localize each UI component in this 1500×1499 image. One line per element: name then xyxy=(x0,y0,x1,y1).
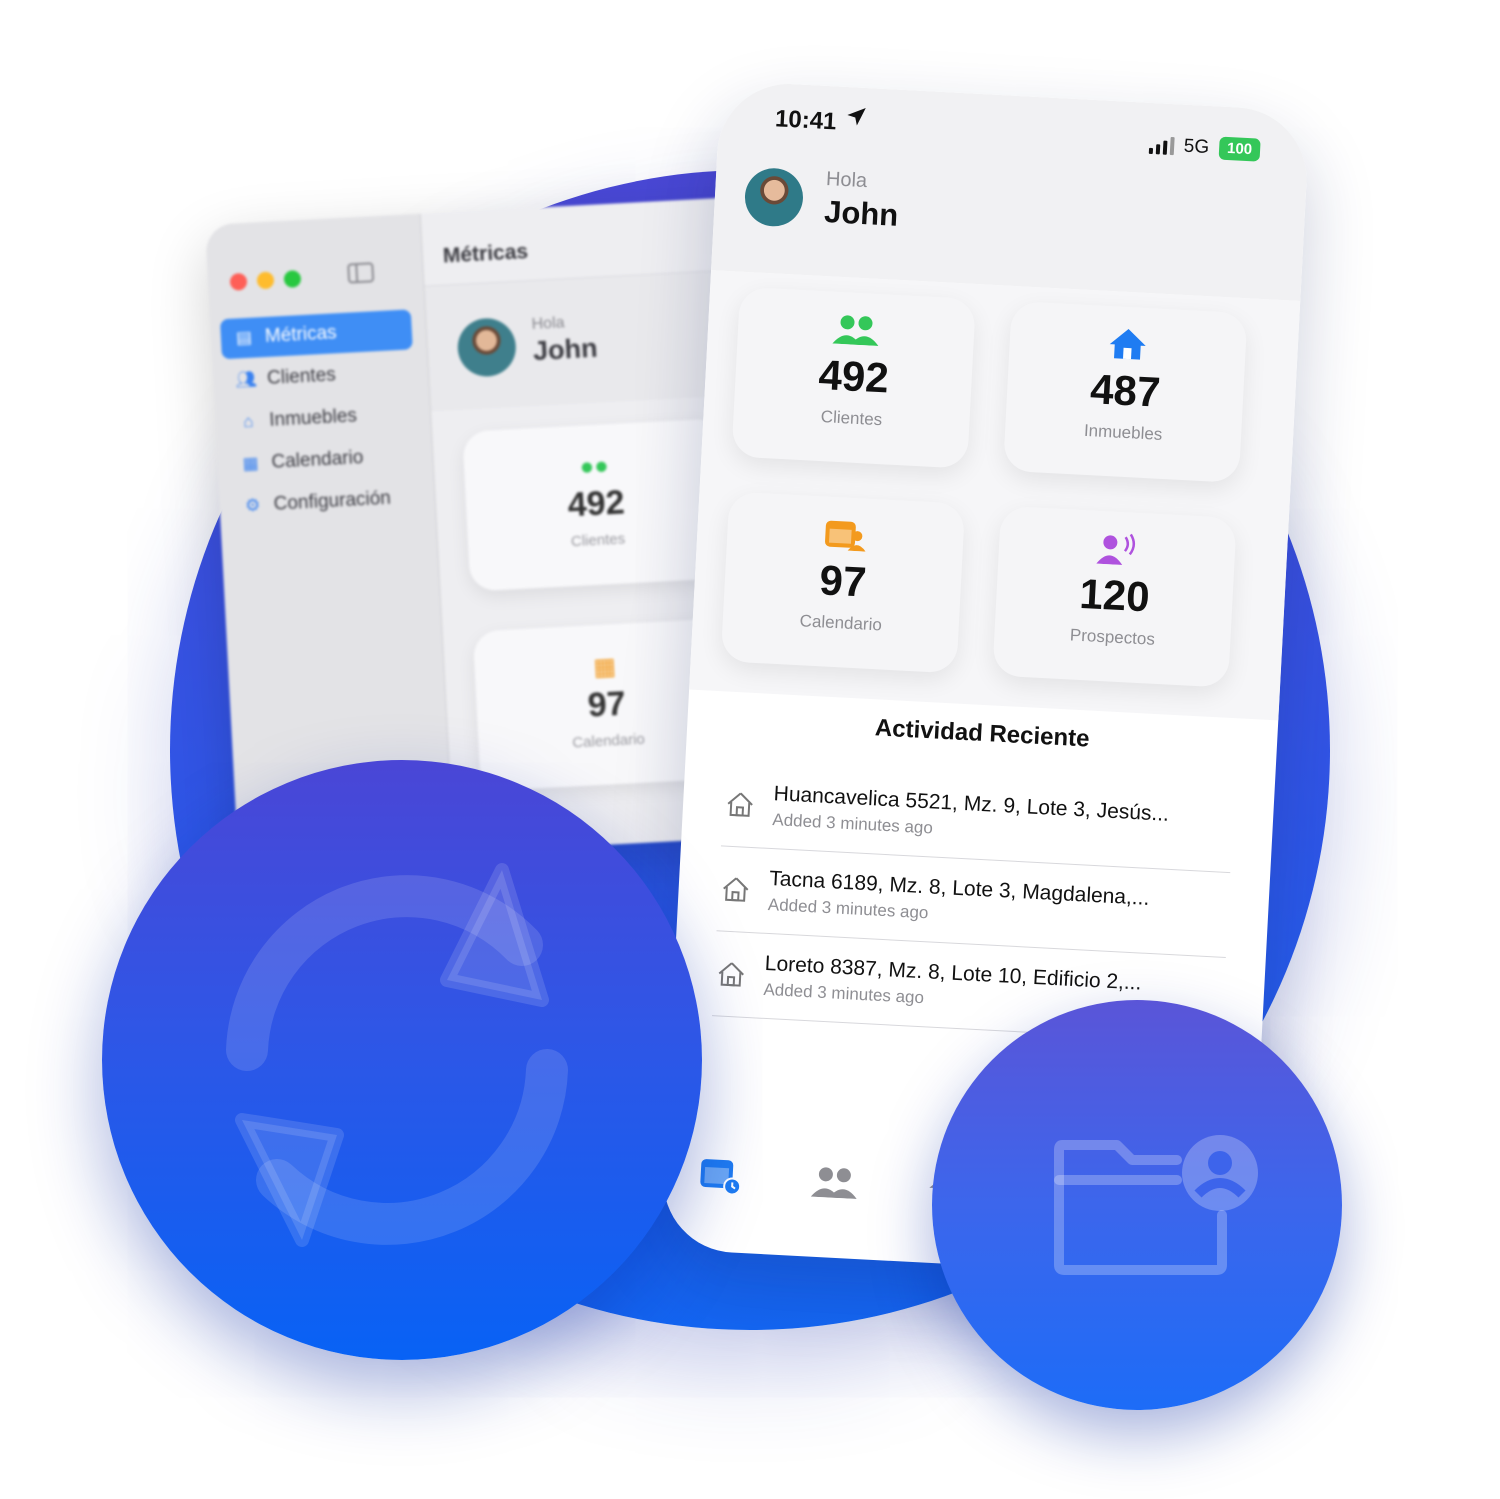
metric-value: 492 xyxy=(566,483,626,525)
house-icon xyxy=(723,877,749,902)
sidebar-list: ▤ Métricas 👥︎ Clientes ⌂ Inmuebles ▦ Cal… xyxy=(219,309,422,529)
sync-badge xyxy=(102,760,702,1360)
page-title: Métricas xyxy=(442,240,529,268)
calendar-icon: ▦ xyxy=(242,453,260,474)
tab-bar xyxy=(699,1156,969,1208)
metric-label: Clientes xyxy=(570,530,626,551)
metric-value: 120 xyxy=(1078,569,1151,621)
person-wave-icon xyxy=(1096,533,1136,566)
house-icon xyxy=(1109,329,1146,360)
folder-person-icon xyxy=(1054,1135,1258,1275)
people-tab-icon[interactable] xyxy=(810,1165,859,1199)
location-arrow-icon xyxy=(847,107,866,126)
sidebar-item-label: Métricas xyxy=(264,322,338,348)
metric-value: 97 xyxy=(818,556,868,606)
folder-badge xyxy=(932,1000,1342,1410)
battery-icon: 100 xyxy=(1218,136,1261,162)
window-controls xyxy=(229,270,302,291)
user-name: John xyxy=(823,193,900,233)
phone-header: 10:41 5G 100 Hola John xyxy=(711,80,1311,301)
sidebar-item-configuracion[interactable]: ⚙ Configuración xyxy=(229,477,422,527)
metrics-icon: ▤ xyxy=(235,327,253,348)
sidebar-item-label: Calendario xyxy=(270,447,364,473)
avatar[interactable] xyxy=(456,316,518,378)
people-icon: 👥︎ xyxy=(234,369,258,390)
cellular-signal-icon xyxy=(1148,135,1175,155)
metric-card-clientes[interactable]: 492 Clientes xyxy=(731,286,976,469)
avatar[interactable] xyxy=(743,166,805,228)
metric-label: Prospectos xyxy=(1069,625,1156,649)
close-button[interactable] xyxy=(229,272,248,291)
sidebar-item-label: Clientes xyxy=(266,364,337,389)
metric-card-prospectos[interactable]: 120 Prospectos xyxy=(992,505,1237,688)
gear-icon: ⚙ xyxy=(244,495,261,516)
house-icon xyxy=(718,962,744,987)
minimize-button[interactable] xyxy=(256,271,275,290)
house-icon: ⌂ xyxy=(242,411,254,432)
user-name: John xyxy=(532,332,599,366)
metric-card-calendario[interactable]: 97 Calendario xyxy=(720,491,966,674)
metric-value: 492 xyxy=(817,350,890,402)
house-icon xyxy=(727,792,753,817)
greeting-text: Hola xyxy=(531,314,565,334)
greeting-text: Hola xyxy=(825,168,868,193)
metrics-grid: 492 Clientes 487 Inmuebles 97 Calendario… xyxy=(689,270,1301,721)
network-type: 5G xyxy=(1183,135,1210,158)
zoom-button[interactable] xyxy=(283,270,302,288)
metric-value: 487 xyxy=(1089,365,1162,416)
calendar-person-icon xyxy=(825,520,866,552)
calendar-tab-icon[interactable] xyxy=(699,1156,743,1196)
sync-icon xyxy=(226,863,568,1247)
sidebar-item-label: Configuración xyxy=(273,487,392,515)
metric-label: Calendario xyxy=(799,611,883,635)
metric-card-inmuebles[interactable]: 487 Inmuebles xyxy=(1002,300,1248,484)
status-time: 10:41 xyxy=(774,105,838,136)
metric-label: Clientes xyxy=(820,407,883,430)
status-indicators: 5G 100 xyxy=(1148,133,1261,162)
people-icon xyxy=(832,315,879,346)
sidebar-toggle-icon[interactable] xyxy=(347,262,375,284)
metric-card-clientes[interactable]: ●● 492 Clientes xyxy=(462,418,731,592)
metric-label: Inmuebles xyxy=(1083,420,1163,444)
sidebar-item-label: Inmuebles xyxy=(268,405,358,431)
